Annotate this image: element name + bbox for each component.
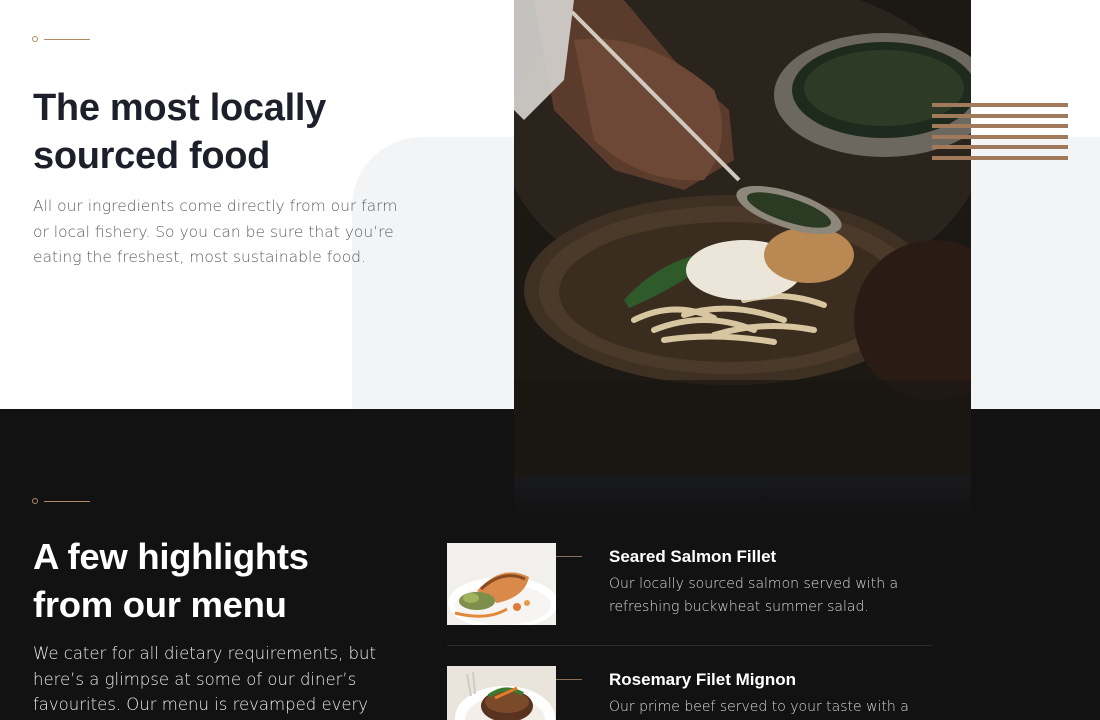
menu-item-name: Rosemary Filet Mignon — [609, 670, 797, 689]
filet-mignon-image — [447, 666, 556, 720]
highlights-eyebrow-decoration — [32, 498, 90, 504]
section-title: The most locally sourced food — [33, 84, 453, 180]
eyebrow-circle-icon — [32, 36, 38, 42]
menu-connector-line — [556, 679, 582, 680]
menu-item-name: Seared Salmon Fillet — [609, 547, 777, 566]
decorative-stripes — [932, 103, 1068, 166]
eyebrow-circle-icon — [32, 498, 38, 504]
menu-item[interactable]: Rosemary Filet Mignon Our prime beef ser… — [447, 666, 932, 720]
eyebrow-line — [44, 38, 90, 40]
title-line-1: The most locally — [33, 87, 326, 129]
highlights-title-line-2: from our menu — [33, 584, 287, 625]
highlights-description: We cater for all dietary requirements, b… — [33, 644, 376, 714]
highlights-title: A few highlights from our menu — [33, 533, 433, 629]
eyebrow-line — [44, 500, 90, 502]
photo-shadow — [514, 476, 971, 516]
section-description: All our ingredients come directly from o… — [33, 197, 398, 266]
menu-item-description: Our prime beef served to your taste with… — [609, 699, 909, 715]
chef-plating-photo — [514, 0, 971, 476]
section-eyebrow-decoration — [32, 36, 90, 42]
menu-divider — [447, 645, 932, 646]
menu-item[interactable]: Seared Salmon Fillet Our locally sourced… — [447, 543, 932, 646]
title-line-2: sourced food — [33, 135, 271, 177]
menu-connector-line — [556, 556, 582, 557]
highlights-title-line-1: A few highlights — [33, 536, 309, 577]
menu-item-description: Our locally sourced salmon served with a… — [609, 576, 899, 615]
salmon-dish-image — [447, 543, 556, 625]
